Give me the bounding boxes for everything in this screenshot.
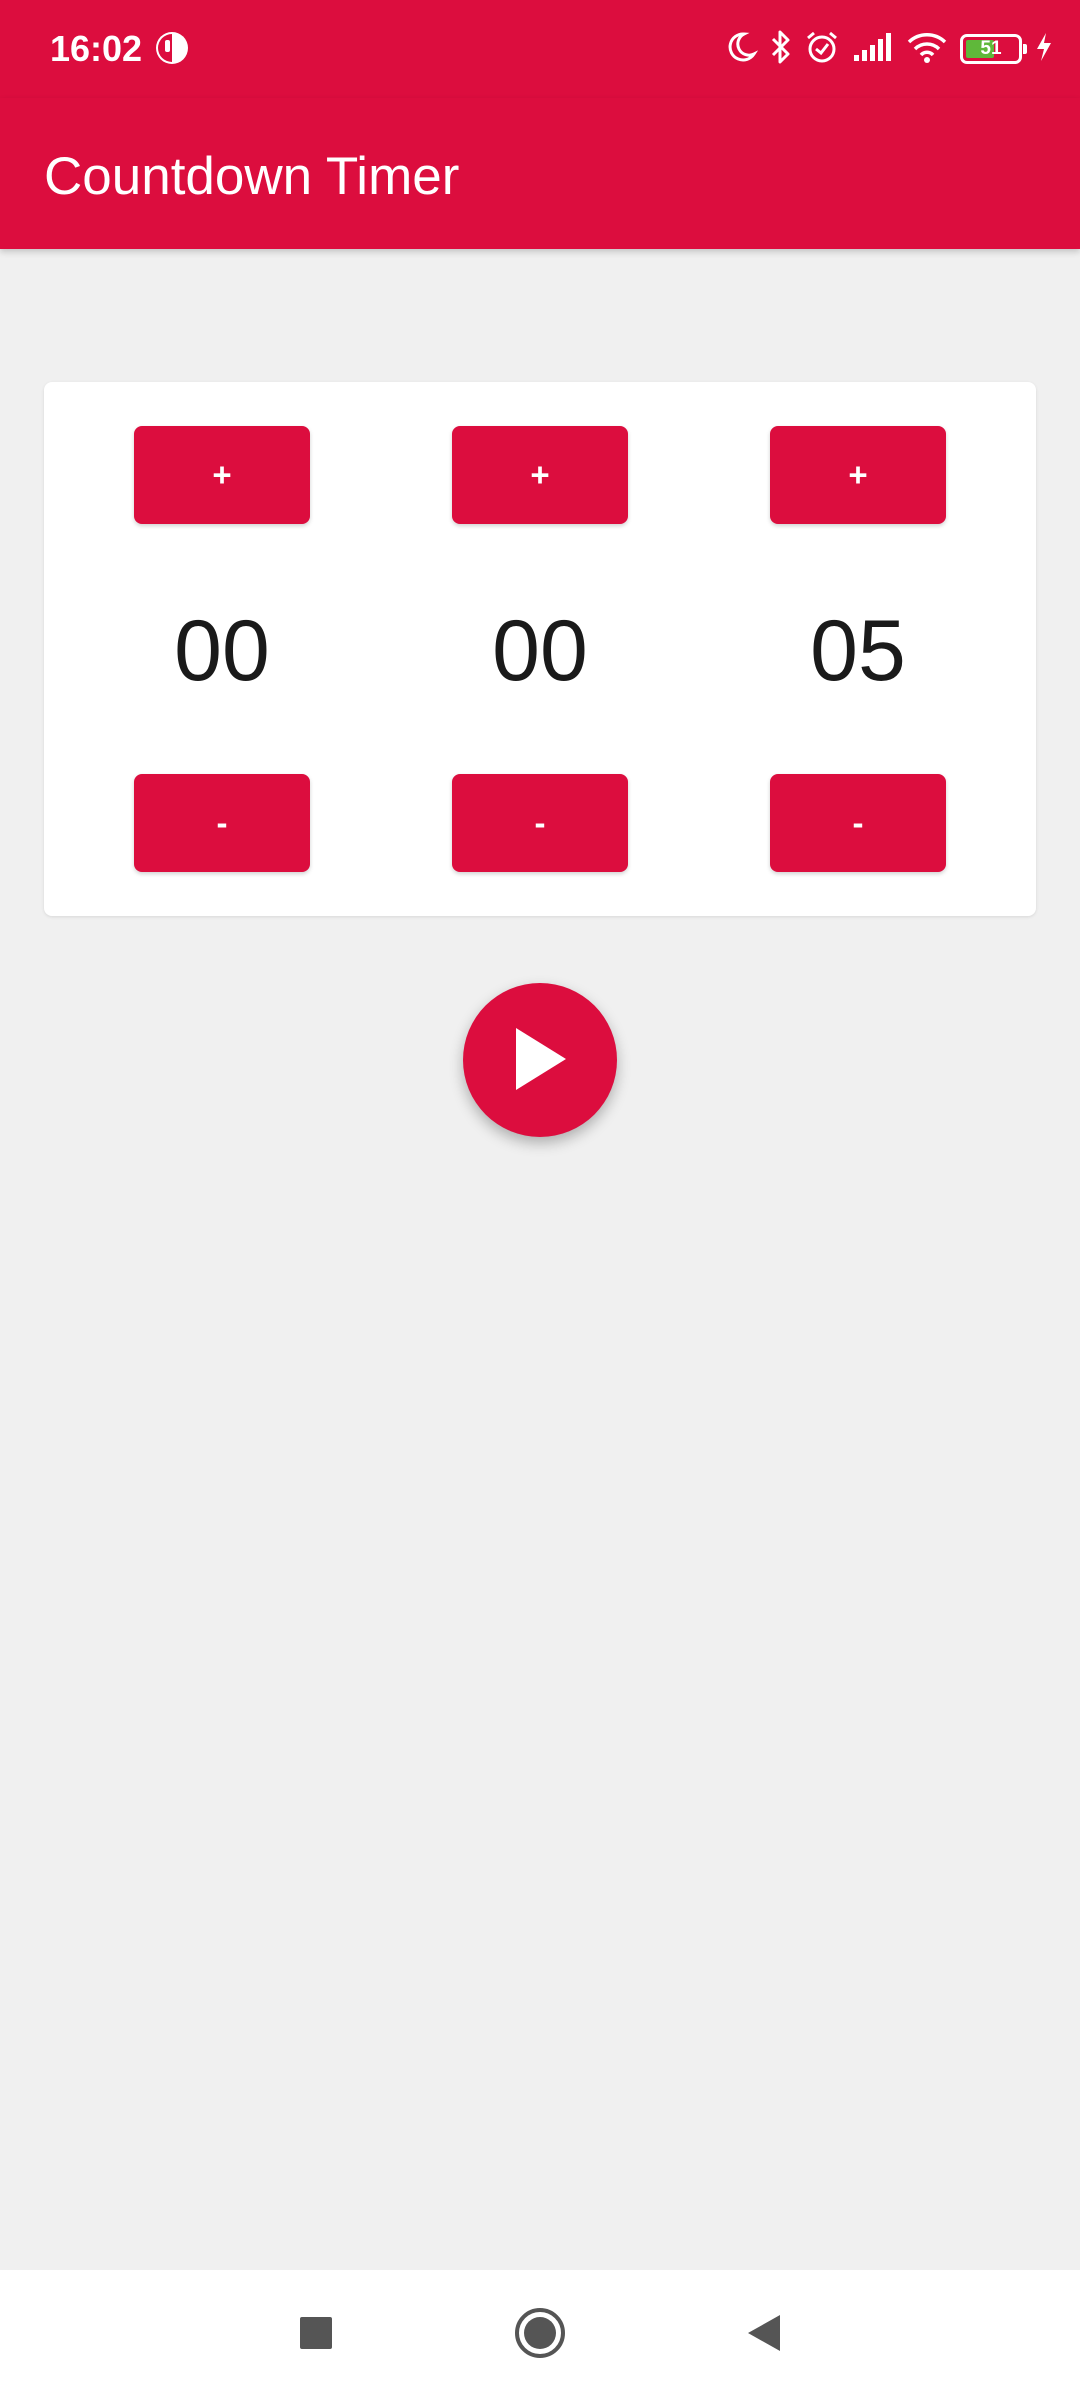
play-icon xyxy=(510,1026,570,1095)
home-icon xyxy=(513,2306,567,2365)
hours-decrement-button[interactable]: - xyxy=(134,774,310,872)
minutes-increment-button[interactable]: + xyxy=(452,426,628,524)
moon-icon xyxy=(724,30,759,69)
seconds-decrement-button[interactable]: - xyxy=(770,774,946,872)
page-title: Countdown Timer xyxy=(44,147,460,206)
signal-icon xyxy=(852,31,894,68)
alarm-icon xyxy=(804,29,840,70)
status-bar: 16:02 51 xyxy=(0,0,1080,98)
seconds-value: 05 xyxy=(810,603,906,699)
home-button[interactable] xyxy=(510,2305,570,2365)
seconds-increment-button[interactable]: + xyxy=(770,426,946,524)
app-bar: Countdown Timer xyxy=(0,98,1080,249)
minutes-decrement-button[interactable]: - xyxy=(452,774,628,872)
app-notification-icon xyxy=(154,30,190,71)
status-time: 16:02 xyxy=(50,28,143,69)
recents-button[interactable] xyxy=(286,2305,346,2365)
hours-value: 00 xyxy=(174,603,270,699)
navigation-bar xyxy=(0,2270,1080,2400)
back-icon xyxy=(746,2313,782,2358)
start-timer-button[interactable] xyxy=(463,983,617,1137)
timer-card: + + + 00 00 05 - - - xyxy=(44,382,1036,916)
charging-icon xyxy=(1034,31,1054,68)
back-button[interactable] xyxy=(734,2305,794,2365)
status-icons: 51 xyxy=(724,26,1054,72)
minutes-value: 00 xyxy=(492,603,588,699)
battery-icon: 51 xyxy=(960,34,1027,64)
battery-level: 51 xyxy=(980,38,1002,59)
hours-increment-button[interactable]: + xyxy=(134,426,310,524)
bluetooth-icon xyxy=(770,29,792,70)
recents-icon xyxy=(298,2315,334,2356)
wifi-icon xyxy=(906,30,948,69)
